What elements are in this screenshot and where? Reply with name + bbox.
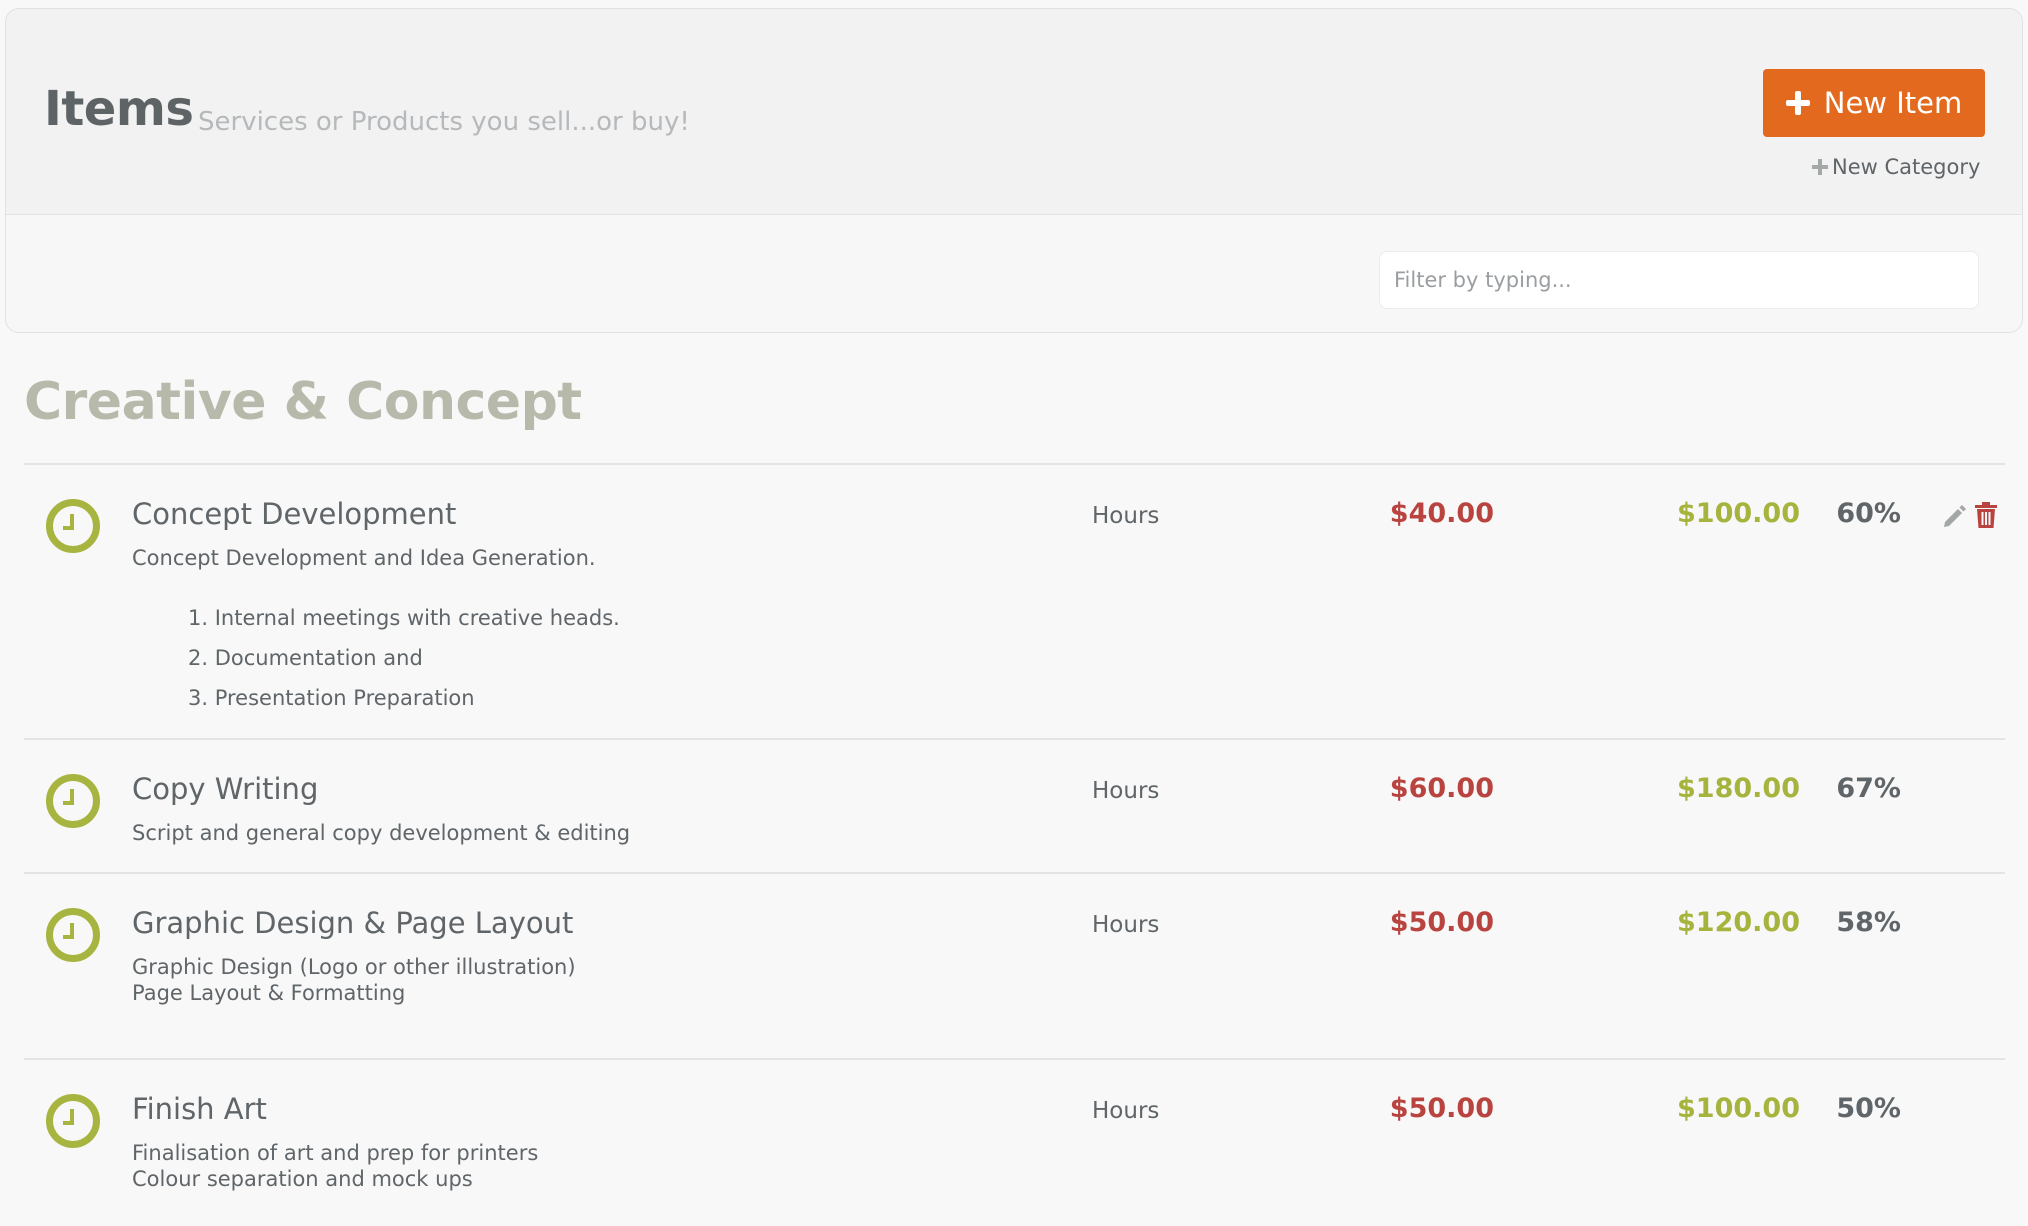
item-description: Concept Development and Idea Generation.: [132, 546, 596, 570]
item-description: Graphic Design (Logo or other illustrati…: [132, 954, 576, 1006]
clock-icon: [46, 908, 100, 962]
filter-input[interactable]: [1379, 251, 1979, 309]
item-cost: $50.00: [1389, 1093, 1494, 1124]
list-item: 2. Documentation and: [188, 646, 423, 670]
item-description-list: 1. Internal meetings with creative heads…: [188, 598, 620, 718]
description-line: Graphic Design (Logo or other illustrati…: [132, 955, 576, 979]
item-description: Finalisation of art and prep for printer…: [132, 1140, 538, 1192]
item-price: $100.00: [1677, 1093, 1800, 1124]
items-header-panel: Items Services or Products you sell...or…: [5, 8, 2023, 333]
item-unit: Hours: [1092, 503, 1160, 529]
items-list: Concept Development Concept Development …: [24, 463, 2005, 1226]
item-margin: 58%: [1836, 907, 1901, 938]
clock-icon: [46, 499, 100, 553]
new-item-button[interactable]: New Item: [1763, 69, 1985, 137]
new-category-label: New Category: [1832, 155, 1981, 179]
item-row[interactable]: Finish Art Finalisation of art and prep …: [24, 1058, 2005, 1226]
item-name: Graphic Design & Page Layout: [132, 906, 574, 940]
item-row[interactable]: Copy Writing Script and general copy dev…: [24, 738, 2005, 872]
item-price: $100.00: [1677, 498, 1800, 529]
item-price: $180.00: [1677, 773, 1800, 804]
item-row[interactable]: Concept Development Concept Development …: [24, 463, 2005, 738]
item-name: Copy Writing: [132, 772, 319, 806]
plus-icon: [1812, 159, 1828, 175]
item-margin: 60%: [1836, 498, 1901, 529]
clock-icon: [46, 774, 100, 828]
item-unit: Hours: [1092, 1098, 1160, 1124]
item-name: Finish Art: [132, 1092, 267, 1126]
item-unit: Hours: [1092, 912, 1160, 938]
description-line: Page Layout & Formatting: [132, 981, 406, 1005]
item-row[interactable]: Graphic Design & Page Layout Graphic Des…: [24, 872, 2005, 1058]
item-price: $120.00: [1677, 907, 1800, 938]
plus-icon: [1785, 91, 1810, 115]
item-description: Script and general copy development & ed…: [132, 821, 631, 845]
item-name: Concept Development: [132, 497, 457, 531]
clock-icon: [46, 1094, 100, 1148]
new-category-link[interactable]: New Category: [1812, 155, 1980, 179]
item-unit: Hours: [1092, 778, 1160, 804]
item-cost: $40.00: [1389, 498, 1494, 529]
list-item: 3. Presentation Preparation: [188, 686, 475, 710]
new-item-label: New Item: [1823, 86, 1963, 120]
item-cost: $50.00: [1389, 907, 1494, 938]
pencil-icon[interactable]: [1942, 503, 1968, 529]
item-margin: 50%: [1836, 1093, 1901, 1124]
item-margin: 67%: [1836, 773, 1901, 804]
page-title: Items: [44, 81, 194, 137]
description-line: Colour separation and mock ups: [132, 1167, 473, 1191]
page-subtitle: Services or Products you sell...or buy!: [198, 107, 690, 137]
trash-icon[interactable]: [1974, 501, 1998, 529]
category-title: Creative & Concept: [24, 372, 582, 432]
list-item: 1. Internal meetings with creative heads…: [188, 606, 620, 630]
description-line: Finalisation of art and prep for printer…: [132, 1141, 539, 1165]
item-cost: $60.00: [1389, 773, 1494, 804]
